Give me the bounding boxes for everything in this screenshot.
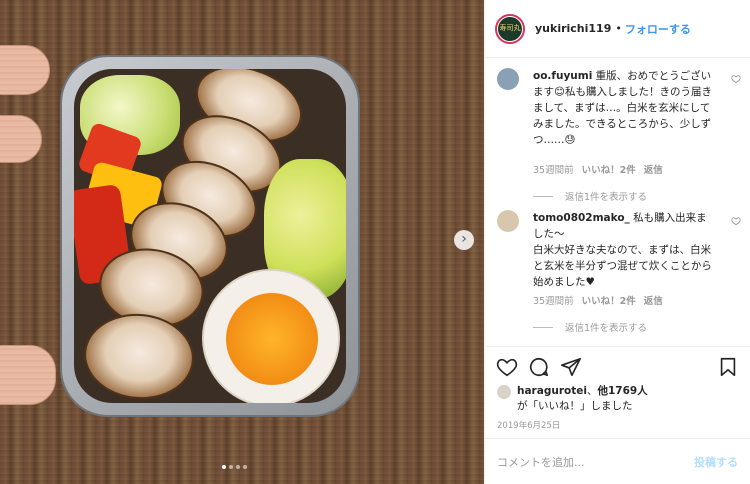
comment-username[interactable]: oo.fuyumi [533,70,592,82]
author-username[interactable]: yukirichi119 [535,22,611,35]
comment-meta: 35週間前 いいね！2件 返信 [533,293,663,307]
likes-suffix: が「いいね！」しました [517,400,633,412]
avatar[interactable] [497,68,519,90]
egg [202,269,340,403]
avatar [497,385,511,399]
liker-username[interactable]: haragurotei [517,385,587,397]
view-replies[interactable]: 返信1件を表示する [533,320,647,334]
comments-list: oo.fuyumi 重版、おめでとうございます😊私も購入しました！きのう届きまし… [485,58,750,346]
heart-icon[interactable] [496,356,518,378]
next-image-button[interactable]: › [454,230,474,250]
heart-icon[interactable] [731,74,741,84]
action-bar [485,346,750,386]
post-button[interactable]: 投稿する [694,454,738,470]
likes-summary: haragurotei、他1769人 が「いいね！」しました [497,384,648,414]
hand [0,45,60,430]
reply-button[interactable]: 返信 [644,162,663,176]
comment-input[interactable] [497,452,677,472]
avatar[interactable]: 寿司丸 [495,13,525,44]
carousel-dots [222,465,247,469]
comment-time: 35週間前 [533,296,574,307]
avatar[interactable] [497,210,519,232]
likes-count[interactable]: 他1769人 [597,385,647,397]
post-header: 寿司丸 yukirichi119 • フォローする [485,0,750,58]
view-replies[interactable]: 返信1件を表示する [533,189,647,203]
add-comment-bar: 投稿する [485,438,750,484]
reply-button[interactable]: 返信 [644,293,663,307]
comment-username[interactable]: tomo0802mako_ [533,212,630,224]
separator: • [615,22,622,35]
heart-icon[interactable] [731,216,741,226]
post-photo[interactable]: › [0,0,484,484]
follow-button[interactable]: フォローする [625,21,691,37]
post-side-panel: 寿司丸 yukirichi119 • フォローする oo.fuyumi 重版、お… [484,0,750,484]
bento-box [60,55,360,417]
comment-meta: 35週間前 いいね！2件 返信 [533,162,663,176]
comment-likes[interactable]: いいね！2件 [582,293,636,307]
chevron-right-icon: › [461,231,467,247]
comment: tomo0802mako_ 私も購入出来ました〜 白米大好きな夫なので、まずは、… [497,210,741,340]
comment-icon[interactable] [528,356,550,378]
comment: oo.fuyumi 重版、おめでとうございます😊私も購入しました！きのう届きまし… [497,68,741,208]
post-date: 2019年6月25日 [497,421,561,431]
comment-time: 35週間前 [533,165,574,176]
share-icon[interactable] [560,356,582,378]
comment-likes[interactable]: いいね！2件 [582,162,636,176]
bookmark-icon[interactable] [717,356,739,378]
